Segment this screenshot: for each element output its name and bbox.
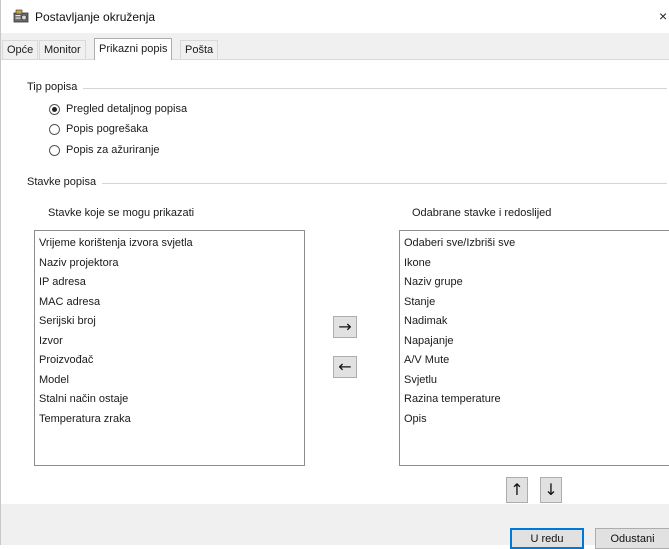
list-item[interactable]: Naziv grupe xyxy=(400,273,669,293)
move-left-button[interactable]: ← xyxy=(333,356,357,378)
radio-indicator xyxy=(49,123,60,135)
title-bar: Postavljanje okruženja × xyxy=(1,0,669,33)
move-up-button[interactable]: ↑ xyxy=(506,477,528,503)
arrow-up-icon: ↑ xyxy=(510,480,524,499)
cancel-button[interactable]: Odustani xyxy=(595,528,669,549)
list-item[interactable]: Stalni način ostaje xyxy=(35,390,304,410)
move-down-button[interactable]: ↓ xyxy=(540,477,562,503)
list-item[interactable]: Izvor xyxy=(35,332,304,352)
group-divider xyxy=(27,88,667,89)
list-items-group-label: Stavke popisa xyxy=(27,176,103,188)
group-divider xyxy=(27,183,667,184)
radio-label: Pregled detaljnog popisa xyxy=(66,103,188,115)
radio-label: Popis pogrešaka xyxy=(66,123,148,135)
close-icon[interactable]: × xyxy=(659,8,667,24)
list-item[interactable]: Serijski broj xyxy=(35,312,304,332)
window-title: Postavljanje okruženja xyxy=(35,10,156,24)
list-item[interactable]: IP adresa xyxy=(35,273,304,293)
radio-indicator xyxy=(49,144,60,156)
radio-update-list[interactable]: Popis za ažuriranje xyxy=(49,142,160,158)
radio-label: Popis za ažuriranje xyxy=(66,144,160,156)
list-item[interactable]: Proizvođač xyxy=(35,351,304,371)
dialog-footer: U redu Odustani xyxy=(1,504,669,549)
arrow-right-icon: → xyxy=(338,317,352,336)
tab-monitor[interactable]: Monitor xyxy=(39,40,86,59)
ok-button[interactable]: U redu xyxy=(510,528,584,549)
list-item[interactable]: Vrijeme korištenja izvora svjetla xyxy=(35,234,304,254)
list-item[interactable]: Opis xyxy=(400,410,669,430)
list-type-group-label: Tip popisa xyxy=(27,81,84,93)
list-item[interactable]: Model xyxy=(35,371,304,391)
radio-indicator xyxy=(49,103,60,115)
radio-detailed-list[interactable]: Pregled detaljnog popisa xyxy=(49,101,187,117)
tab-general[interactable]: Opće xyxy=(2,40,39,59)
arrow-left-icon: ← xyxy=(338,357,352,376)
list-item[interactable]: Razina temperature xyxy=(400,390,669,410)
list-item[interactable]: Nadimak xyxy=(400,312,669,332)
tab-panel: Tip popisa Pregled detaljnog popisa Popi… xyxy=(1,59,669,505)
settings-window: Postavljanje okruženja × Opće Monitor Pr… xyxy=(0,0,669,549)
available-items-list[interactable]: Vrijeme korištenja izvora svjetla Naziv p… xyxy=(34,230,305,466)
list-item[interactable]: Odaberi sve/Izbriši sve xyxy=(400,234,669,254)
list-item[interactable]: A/V Mute xyxy=(400,351,669,371)
arrow-down-icon: ↓ xyxy=(544,480,558,499)
list-item[interactable]: Ikone xyxy=(400,254,669,274)
list-item[interactable]: Svjetlu xyxy=(400,371,669,391)
available-items-label: Stavke koje se mogu prikazati xyxy=(48,207,195,219)
list-item[interactable]: Naziv projektora xyxy=(35,254,304,274)
radio-error-list[interactable]: Popis pogrešaka xyxy=(49,121,148,137)
list-item[interactable]: Napajanje xyxy=(400,332,669,352)
app-icon xyxy=(13,9,29,23)
tab-display-list[interactable]: Prikazni popis xyxy=(94,38,173,60)
list-item[interactable]: Stanje xyxy=(400,293,669,313)
list-item[interactable]: MAC adresa xyxy=(35,293,304,313)
selected-items-list[interactable]: Odaberi sve/Izbriši sve Ikone Naziv grupe S… xyxy=(399,230,669,466)
selected-items-label: Odabrane stavke i redoslijed xyxy=(412,207,552,219)
move-right-button[interactable]: → xyxy=(333,316,357,338)
list-item[interactable]: Temperatura zraka xyxy=(35,410,304,430)
tab-mail[interactable]: Pošta xyxy=(180,40,219,59)
